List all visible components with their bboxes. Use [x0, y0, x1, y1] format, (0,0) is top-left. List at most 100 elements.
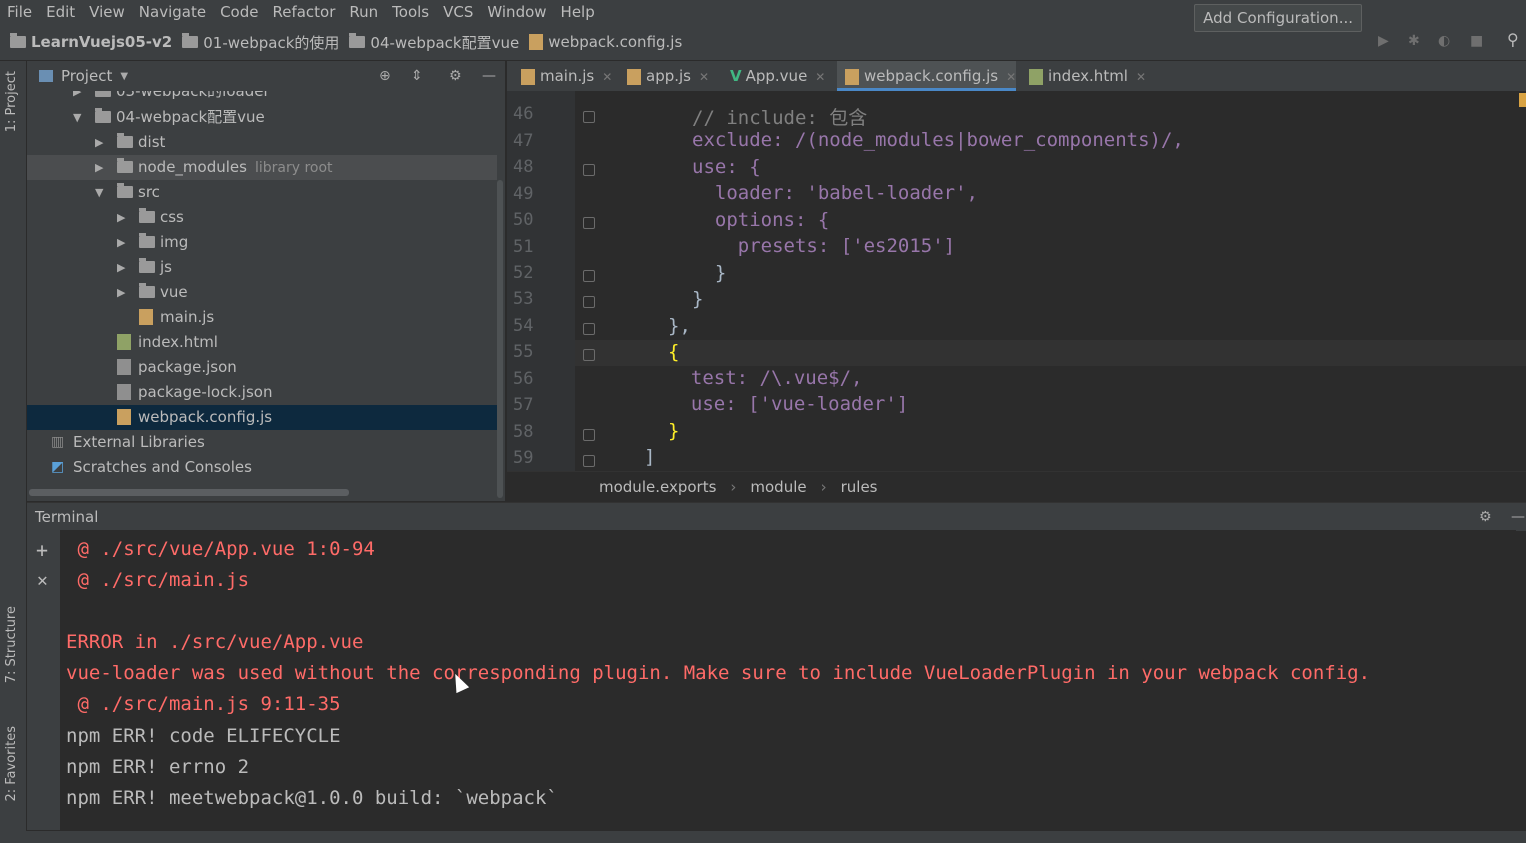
breadcrumb-project[interactable]: LearnVuejs05-v2 — [10, 33, 172, 51]
minimize-icon[interactable]: — — [1511, 509, 1525, 525]
menu-file[interactable]: File — [0, 0, 39, 24]
fold-marker-icon[interactable] — [583, 323, 595, 335]
close-session-icon[interactable]: ✕ — [37, 570, 48, 591]
breadcrumb-module-exports[interactable]: module.exports — [599, 478, 716, 496]
breadcrumb-module[interactable]: module — [750, 478, 806, 496]
tree-item-img[interactable]: ▶ img — [27, 230, 497, 255]
code-editor[interactable]: 46 47 48 49 50 51 52 53 54 55 56 57 58 5… — [507, 91, 1526, 471]
breadcrumb-rules[interactable]: rules — [841, 478, 878, 496]
fold-marker-icon[interactable] — [583, 349, 595, 361]
warning-marker[interactable] — [1519, 93, 1526, 107]
expand-arrow-icon[interactable]: ▶ — [95, 155, 103, 180]
tab-main-js[interactable]: main.js ✕ — [513, 61, 612, 91]
stop-icon[interactable]: ■ — [1470, 34, 1484, 48]
collapse-arrow-icon[interactable]: ▼ — [95, 180, 103, 205]
expand-arrow-icon[interactable]: ▶ — [117, 230, 125, 255]
tree-item-loader-folder[interactable]: ▶ 03-webpack的loader — [27, 91, 497, 104]
tree-item-package-json[interactable]: package.json — [27, 355, 497, 380]
add-configuration-button[interactable]: Add Configuration... — [1194, 4, 1362, 32]
menu-help[interactable]: Help — [554, 0, 602, 24]
expand-arrow-icon[interactable]: ▶ — [73, 91, 81, 104]
tree-item-css[interactable]: ▶ css — [27, 205, 497, 230]
close-icon[interactable]: ✕ — [699, 70, 709, 84]
code-line: } — [692, 262, 727, 284]
structure-tool-tab[interactable]: 7: Structure — [4, 606, 19, 683]
fold-marker-icon[interactable] — [583, 111, 595, 123]
project-tool-tab[interactable]: 1: Project — [4, 71, 19, 132]
breadcrumb-folder-2[interactable]: 04-webpack配置vue — [349, 32, 519, 53]
tree-item-webpack-vue-folder[interactable]: ▼ 04-webpack配置vue — [27, 105, 497, 130]
terminal-line: npm ERR! errno 2 — [66, 756, 250, 778]
tree-item-main-js[interactable]: main.js — [27, 305, 497, 330]
menu-tools[interactable]: Tools — [385, 0, 436, 24]
gear-icon[interactable]: ⚙ — [449, 68, 462, 84]
line-number: 57 — [513, 395, 534, 415]
debug-icon[interactable]: ✱ — [1408, 34, 1422, 48]
expand-arrow-icon[interactable]: ▶ — [95, 130, 103, 155]
tab-app-js[interactable]: app.js ✕ — [619, 61, 709, 91]
menu-run[interactable]: Run — [342, 0, 385, 24]
tree-item-dist[interactable]: ▶ dist — [27, 130, 497, 155]
run-icon[interactable]: ▶ — [1378, 34, 1392, 48]
fold-marker-icon[interactable] — [583, 164, 595, 176]
menu-edit[interactable]: Edit — [39, 0, 82, 24]
tree-item-external-libraries[interactable]: ▥ External Libraries — [27, 430, 497, 455]
code-line: use: ['vue-loader'] — [668, 393, 909, 415]
breadcrumb-folder-1[interactable]: 01-webpack的使用 — [182, 32, 339, 53]
tab-app-vue[interactable]: V App.vue ✕ — [722, 61, 825, 91]
search-icon[interactable]: ⚲ — [1507, 32, 1521, 48]
tree-item-package-lock-json[interactable]: package-lock.json — [27, 380, 497, 405]
locate-icon[interactable]: ⊕ — [379, 68, 391, 84]
tree-item-src[interactable]: ▼ src — [27, 180, 497, 205]
close-icon[interactable]: ✕ — [1006, 70, 1016, 84]
close-icon[interactable]: ✕ — [815, 70, 825, 84]
tree-item-label: js — [160, 258, 172, 276]
menu-code[interactable]: Code — [213, 0, 265, 24]
tree-item-label: dist — [138, 133, 166, 151]
coverage-icon[interactable]: ◐ — [1438, 34, 1452, 48]
project-vertical-scrollbar[interactable] — [497, 180, 503, 498]
menu-refactor[interactable]: Refactor — [265, 0, 342, 24]
expand-arrow-icon[interactable]: ▶ — [117, 205, 125, 230]
menu-view[interactable]: View — [82, 0, 132, 24]
terminal-line: @ ./src/vue/App.vue 1:0-94 — [66, 538, 375, 560]
menu-navigate[interactable]: Navigate — [132, 0, 213, 24]
fold-marker-icon[interactable] — [583, 217, 595, 229]
minimize-icon[interactable]: — — [482, 68, 496, 84]
tree-item-vue[interactable]: ▶ vue — [27, 280, 497, 305]
expand-arrow-icon[interactable]: ▶ — [117, 255, 125, 280]
fold-marker-icon[interactable] — [583, 429, 595, 441]
code-line: } — [692, 288, 704, 310]
line-number: 47 — [513, 131, 534, 151]
tree-item-index-html[interactable]: index.html — [27, 330, 497, 355]
project-panel-title[interactable]: Project — [61, 67, 112, 85]
expand-arrow-icon[interactable]: ▶ — [117, 280, 125, 305]
close-icon[interactable]: ✕ — [1136, 70, 1146, 84]
tree-item-node-modules[interactable]: ▶ node_modules library root — [27, 155, 497, 180]
favorites-tool-tab[interactable]: 2: Favorites — [4, 726, 19, 802]
tree-item-label: index.html — [138, 333, 218, 351]
collapse-all-icon[interactable]: ⇕ — [411, 68, 423, 84]
tree-item-webpack-config-js[interactable]: webpack.config.js — [27, 405, 497, 430]
collapse-arrow-icon[interactable]: ▼ — [73, 105, 81, 130]
close-icon[interactable]: ✕ — [602, 70, 612, 84]
menu-vcs[interactable]: VCS — [436, 0, 480, 24]
js-file-icon — [139, 309, 153, 325]
terminal-header: Terminal ⚙ — — [27, 502, 1526, 531]
chevron-down-icon[interactable]: ▼ — [120, 71, 128, 82]
menu-window[interactable]: Window — [480, 0, 553, 24]
new-session-icon[interactable]: + — [36, 538, 48, 562]
tab-index-html[interactable]: index.html ✕ — [1021, 61, 1146, 91]
gear-icon[interactable]: ⚙ — [1479, 509, 1492, 525]
terminal-output[interactable]: + ✕ @ ./src/vue/App.vue 1:0-94 @ ./src/m… — [27, 530, 1516, 830]
fold-marker-icon[interactable] — [583, 455, 595, 467]
fold-marker-icon[interactable] — [583, 270, 595, 282]
project-horizontal-scrollbar[interactable] — [29, 489, 349, 496]
tree-item-js[interactable]: ▶ js — [27, 255, 497, 280]
tab-webpack-config-js[interactable]: webpack.config.js ✕ — [837, 61, 1017, 91]
tree-item-scratches[interactable]: ◩ Scratches and Consoles — [27, 455, 497, 480]
code-line: }, — [668, 315, 691, 337]
breadcrumb-file[interactable]: webpack.config.js — [529, 33, 682, 51]
scratches-icon: ◩ — [51, 459, 65, 475]
fold-marker-icon[interactable] — [583, 296, 595, 308]
